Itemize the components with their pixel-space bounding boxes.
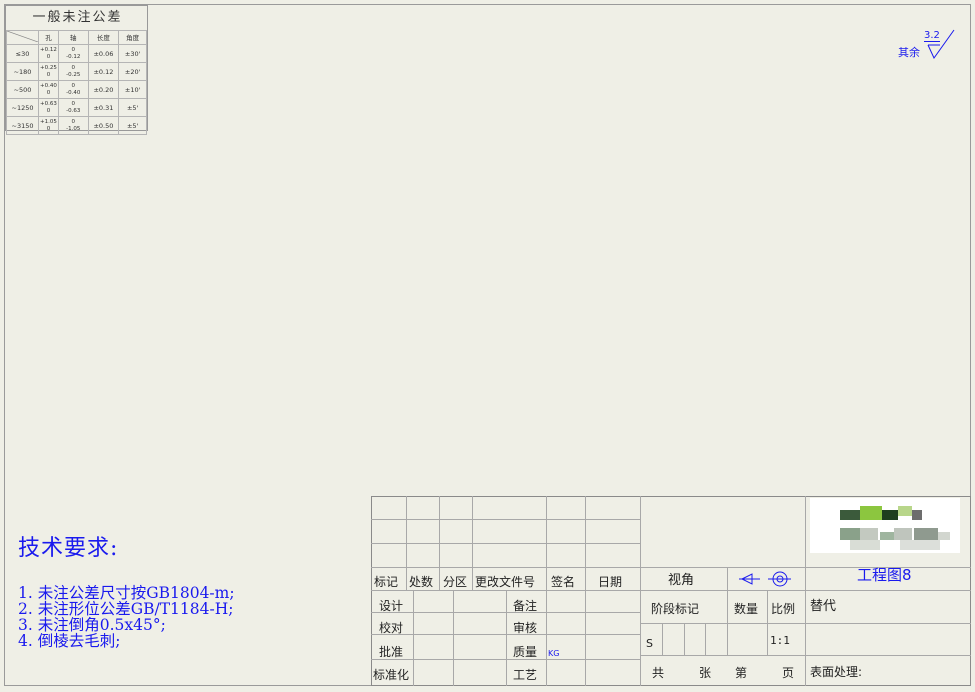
range-cell: ~180 <box>6 62 39 81</box>
view-angle-label: 视角 <box>668 573 695 588</box>
drawing-name: 工程图8 <box>857 566 912 584</box>
sheets-label: 张 <box>699 666 712 680</box>
rev-header-zone: 分区 <box>443 575 468 589</box>
quantity-label: 数量 <box>734 602 759 616</box>
angle-cell: ±10' <box>118 80 147 99</box>
review-label: 审核 <box>513 621 538 635</box>
length-cell: ±0.20 <box>87 80 120 99</box>
process-label: 工艺 <box>513 668 538 682</box>
total-label: 共 <box>652 666 665 680</box>
mass-label: 质量 <box>513 645 538 659</box>
header-angle: 角度 <box>118 30 147 45</box>
tolerance-row: ~500 +0.40 0 0 -0.40 ±0.20 ±10' <box>6 80 147 99</box>
tech-req-item: 3. 未注倒角0.5x45°; <box>18 616 166 634</box>
tolerance-row: ~1250 +0.63 0 0 -0.63 ±0.31 ±5' <box>6 98 147 117</box>
sheet-no-label: 第 <box>735 666 748 680</box>
design-label: 设计 <box>379 599 404 613</box>
hole-cell: +1.05 0 <box>38 116 59 135</box>
length-cell: ±0.06 <box>87 44 120 63</box>
angle-cell: ±5' <box>118 116 147 135</box>
hole-cell: +0.40 0 <box>38 80 59 99</box>
projection-symbol-icon <box>739 571 791 587</box>
tolerance-table: 一般未注公差 孔 轴 长度 角度 ≤30 +0.12 0 0 -0.12 ±0.06… <box>5 5 148 135</box>
surface-treatment-label: 表面处理: <box>810 665 863 679</box>
hole-cell: +0.12 0 <box>38 44 59 63</box>
standardize-label: 标准化 <box>373 668 410 682</box>
tolerance-table-title: 一般未注公差 <box>32 10 123 25</box>
range-cell: ~1250 <box>6 98 39 117</box>
scale-label: 比例 <box>771 602 796 616</box>
shaft-cell: 0 -0.25 <box>57 62 89 81</box>
header-length: 长度 <box>87 30 120 45</box>
rev-header-doc: 更改文件号 <box>475 575 536 589</box>
length-cell: ±0.31 <box>87 98 120 117</box>
roughness-note: 其余 3.2 <box>898 28 958 60</box>
shaft-cell: 0 -1.05 <box>57 116 89 135</box>
rev-header-mark: 标记 <box>374 575 399 589</box>
page-label: 页 <box>782 666 795 680</box>
tech-req-title: 技术要求: <box>18 536 119 561</box>
length-cell: ±0.50 <box>87 116 120 135</box>
tech-req-item: 4. 倒棱去毛刺; <box>18 632 121 650</box>
tolerance-row: ~3150 +1.05 0 0 -1.05 ±0.50 ±5' <box>6 116 147 135</box>
header-hole: 孔 <box>38 30 59 45</box>
scale-value: 1:1 <box>770 634 790 647</box>
remark-label: 备注 <box>513 599 538 613</box>
tolerance-grid: 孔 轴 长度 角度 ≤30 +0.12 0 0 -0.12 ±0.06 ±30' ~… <box>6 30 147 135</box>
diagonal-header-cell <box>6 30 39 45</box>
shaft-cell: 0 -0.40 <box>57 80 89 99</box>
rev-header-date: 日期 <box>598 575 623 589</box>
diagonal-line <box>6 30 39 43</box>
company-logo <box>810 498 960 553</box>
header-shaft: 轴 <box>57 30 89 45</box>
rev-header-sign: 签名 <box>551 575 576 589</box>
stage-s: S <box>646 637 653 650</box>
range-cell: ~500 <box>6 80 39 99</box>
check-label: 校对 <box>379 621 404 635</box>
hole-cell: +0.25 0 <box>38 62 59 81</box>
range-cell: ≤30 <box>6 44 39 63</box>
tolerance-row: ~180 +0.25 0 0 -0.25 ±0.12 ±20' <box>6 62 147 81</box>
range-cell: ~3150 <box>6 116 39 135</box>
shaft-cell: 0 -0.12 <box>57 44 89 63</box>
shaft-cell: 0 -0.63 <box>57 98 89 117</box>
tech-req-item: 2. 未注形位公差GB/T1184-H; <box>18 600 234 618</box>
rev-header-count: 处数 <box>409 575 434 589</box>
angle-cell: ±5' <box>118 98 147 117</box>
technical-requirements: 技术要求: 1. 未注公差尺寸按GB1804-m; 2. 未注形位公差GB/T1… <box>18 530 235 649</box>
roughness-label: 其余 <box>898 46 920 59</box>
tech-req-item: 1. 未注公差尺寸按GB1804-m; <box>18 584 235 602</box>
approve-label: 批准 <box>379 645 404 659</box>
angle-cell: ±30' <box>118 44 147 63</box>
tolerance-row: ≤30 +0.12 0 0 -0.12 ±0.06 ±30' <box>6 44 147 63</box>
hole-cell: +0.63 0 <box>38 98 59 117</box>
angle-cell: ±20' <box>118 62 147 81</box>
roughness-symbol-icon <box>927 29 955 59</box>
length-cell: ±0.12 <box>87 62 120 81</box>
mass-unit: KG <box>548 649 560 658</box>
stage-mark-label: 阶段标记 <box>651 602 700 616</box>
replace-label: 替代 <box>810 599 837 614</box>
